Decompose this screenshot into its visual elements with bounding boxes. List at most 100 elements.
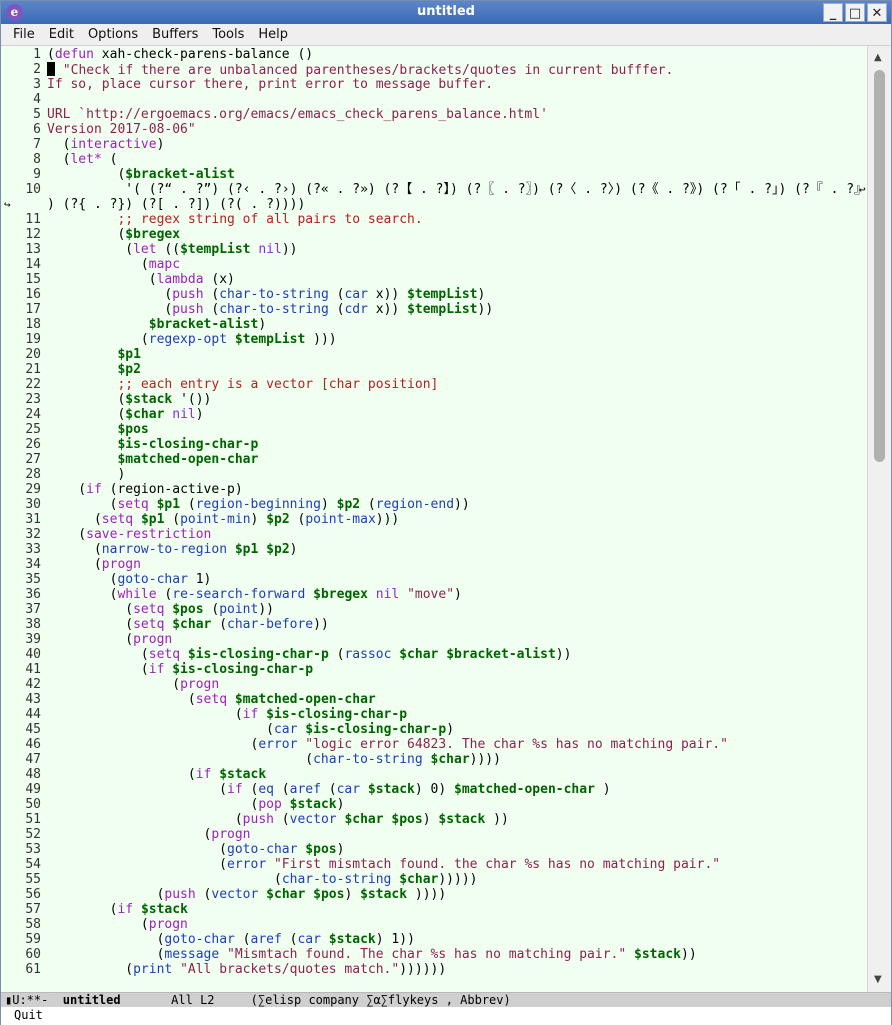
- code-line[interactable]: 41 (if $is-closing-char-p: [1, 662, 867, 677]
- minimize-button[interactable]: _: [823, 3, 843, 22]
- code-line[interactable]: 30 (setq $p1 (region-beginning) $p2 (reg…: [1, 497, 867, 512]
- code-line[interactable]: ↪) (?{ . ?}) (?[ . ?]) (?( . ?)))): [1, 197, 867, 212]
- line-text[interactable]: (narrow-to-region $p1 $p2): [47, 542, 298, 557]
- code-line[interactable]: 14 (mapc: [1, 257, 867, 272]
- code-line[interactable]: 18 $bracket-alist): [1, 317, 867, 332]
- code-line[interactable]: 39 (progn: [1, 632, 867, 647]
- code-line[interactable]: 44 (if $is-closing-char-p: [1, 707, 867, 722]
- line-text[interactable]: (regexp-opt $tempList ))): [47, 332, 337, 347]
- code-line[interactable]: 58 (progn: [1, 917, 867, 932]
- maximize-button[interactable]: □: [845, 3, 865, 22]
- code-line[interactable]: 15 (lambda (x): [1, 272, 867, 287]
- line-text[interactable]: If so, place cursor there, print error t…: [47, 77, 493, 92]
- line-text[interactable]: (push (vector $char $pos) $stack )): [47, 812, 509, 827]
- code-line[interactable]: 37 (setq $pos (point)): [1, 602, 867, 617]
- scroll-up-arrow-icon[interactable]: ▲: [874, 52, 882, 63]
- line-text[interactable]: (char-to-string $char)))): [47, 752, 501, 767]
- code-line[interactable]: 20 $p1: [1, 347, 867, 362]
- code-line[interactable]: 23 ($stack '()): [1, 392, 867, 407]
- code-line[interactable]: 10 '( (?“ . ?”) (?‹ . ?›) (?« . ?») (?【 …: [1, 182, 867, 197]
- code-buffer[interactable]: 1 (defun xah-check-parens-balance () 2 "Ch…: [1, 47, 867, 977]
- line-text[interactable]: (setq $pos (point)): [47, 602, 274, 617]
- line-text[interactable]: (message "Mismtach found. The char %s ha…: [47, 947, 697, 962]
- code-line[interactable]: 45 (car $is-closing-char-p): [1, 722, 867, 737]
- code-line[interactable]: 3 If so, place cursor there, print error …: [1, 77, 867, 92]
- code-line[interactable]: 13 (let (($tempList nil)): [1, 242, 867, 257]
- line-text[interactable]: (while (re-search-forward $bregex nil "m…: [47, 587, 462, 602]
- line-text[interactable]: (error "First mismtach found. the char %…: [47, 857, 720, 872]
- line-text[interactable]: (goto-char 1): [47, 572, 212, 587]
- line-text[interactable]: (save-restriction: [47, 527, 211, 542]
- vertical-scrollbar[interactable]: ▲ ▼: [867, 46, 891, 992]
- code-line[interactable]: 49 (if (eq (aref (car $stack) 0) $matche…: [1, 782, 867, 797]
- line-text[interactable]: (goto-char $pos): [47, 842, 344, 857]
- menu-file[interactable]: File: [6, 24, 42, 45]
- menu-buffers[interactable]: Buffers: [145, 24, 205, 45]
- line-text[interactable]: (pop $stack): [47, 797, 344, 812]
- code-line[interactable]: 2 "Check if there are unbalanced parenth…: [1, 62, 867, 78]
- mode-line[interactable]: ▮U:**- untitled All L2 (∑elisp company ∑…: [1, 992, 891, 1007]
- line-text[interactable]: Version 2017-08-06": [47, 122, 196, 137]
- code-line[interactable]: 19 (regexp-opt $tempList ))): [1, 332, 867, 347]
- code-line[interactable]: 12 ($bregex: [1, 227, 867, 242]
- line-text[interactable]: (defun xah-check-parens-balance (): [47, 47, 313, 62]
- code-line[interactable]: 6 Version 2017-08-06": [1, 122, 867, 137]
- line-text[interactable]: $p2: [47, 362, 140, 377]
- code-line[interactable]: 26 $is-closing-char-p: [1, 437, 867, 452]
- line-text[interactable]: $pos: [47, 422, 148, 437]
- code-line[interactable]: 61 (print "All brackets/quotes match."))…: [1, 962, 867, 977]
- code-line[interactable]: 43 (setq $matched-open-char: [1, 692, 867, 707]
- line-text[interactable]: (char-to-string $char))))): [47, 872, 478, 887]
- code-line[interactable]: 33 (narrow-to-region $p1 $p2): [1, 542, 867, 557]
- code-line[interactable]: 38 (setq $char (char-before)): [1, 617, 867, 632]
- code-line[interactable]: 17 (push (char-to-string (cdr x)) $tempL…: [1, 302, 867, 317]
- line-text[interactable]: ;; regex string of all pairs to search.: [47, 212, 422, 227]
- line-text[interactable]: (setq $matched-open-char: [47, 692, 376, 707]
- menu-help[interactable]: Help: [251, 24, 295, 45]
- line-text[interactable]: URL `http://ergoemacs.org/emacs/emacs_ch…: [47, 107, 548, 122]
- code-line[interactable]: 34 (progn: [1, 557, 867, 572]
- line-text[interactable]: (let (($tempList nil)): [47, 242, 297, 257]
- code-line[interactable]: 21 $p2: [1, 362, 867, 377]
- code-line[interactable]: 25 $pos: [1, 422, 867, 437]
- line-text[interactable]: (let* (: [47, 152, 118, 167]
- modeline-buffer-name[interactable]: untitled: [63, 993, 121, 1007]
- code-line[interactable]: 52 (progn: [1, 827, 867, 842]
- line-text[interactable]: ($stack '()): [47, 392, 211, 407]
- line-text[interactable]: ($bracket-alist: [47, 167, 234, 182]
- code-line[interactable]: 54 (error "First mismtach found. the cha…: [1, 857, 867, 872]
- code-line[interactable]: 9 ($bracket-alist: [1, 167, 867, 182]
- code-line[interactable]: 59 (goto-char (aref (car $stack) 1)): [1, 932, 867, 947]
- code-line[interactable]: 40 (setq $is-closing-char-p (rassoc $cha…: [1, 647, 867, 662]
- line-text[interactable]: (if $is-closing-char-p: [47, 662, 313, 677]
- line-text[interactable]: (push (char-to-string (cdr x)) $tempList…: [47, 302, 493, 317]
- line-text[interactable]: (setq $p1 (region-beginning) $p2 (region…: [47, 497, 470, 512]
- editor-area[interactable]: 1 (defun xah-check-parens-balance () 2 "Ch…: [1, 46, 867, 992]
- code-line[interactable]: 36 (while (re-search-forward $bregex nil…: [1, 587, 867, 602]
- line-text[interactable]: ;; each entry is a vector [char position…: [47, 377, 438, 392]
- line-text[interactable]: (if (eq (aref (car $stack) 0) $matched-o…: [47, 782, 610, 797]
- code-line[interactable]: 48 (if $stack: [1, 767, 867, 782]
- code-line[interactable]: 27 $matched-open-char: [1, 452, 867, 467]
- line-text[interactable]: (car $is-closing-char-p): [47, 722, 454, 737]
- code-line[interactable]: 24 ($char nil): [1, 407, 867, 422]
- line-text[interactable]: (progn: [47, 917, 188, 932]
- line-text[interactable]: (setq $is-closing-char-p (rassoc $char $…: [47, 647, 572, 662]
- close-button[interactable]: ✕: [867, 3, 887, 22]
- menu-options[interactable]: Options: [81, 24, 145, 45]
- line-text[interactable]: (goto-char (aref (car $stack) 1)): [47, 932, 415, 947]
- minibuffer[interactable]: Quit: [1, 1007, 891, 1025]
- code-line[interactable]: 55 (char-to-string $char))))): [1, 872, 867, 887]
- line-text[interactable]: (print "All brackets/quotes match.")))))…: [47, 962, 446, 977]
- code-line[interactable]: 22 ;; each entry is a vector [char posit…: [1, 377, 867, 392]
- code-line[interactable]: 1 (defun xah-check-parens-balance (): [1, 47, 867, 62]
- line-text[interactable]: $is-closing-char-p: [47, 437, 258, 452]
- modeline-modes[interactable]: (∑elisp company ∑α∑flykeys , Abbrev): [251, 993, 511, 1007]
- code-line[interactable]: 51 (push (vector $char $pos) $stack )): [1, 812, 867, 827]
- code-line[interactable]: 7 (interactive): [1, 137, 867, 152]
- code-line[interactable]: 11 ;; regex string of all pairs to searc…: [1, 212, 867, 227]
- line-text[interactable]: (interactive): [47, 137, 165, 152]
- line-text[interactable]: $p1: [47, 347, 140, 362]
- code-line[interactable]: 60 (message "Mismtach found. The char %s…: [1, 947, 867, 962]
- line-text[interactable]: ): [47, 467, 125, 482]
